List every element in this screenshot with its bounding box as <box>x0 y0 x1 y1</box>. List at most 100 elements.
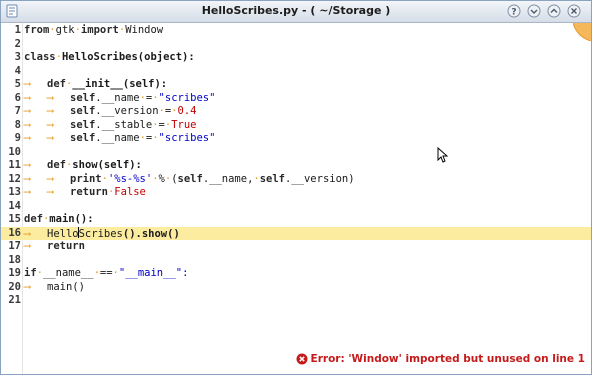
code-text[interactable]: ⟶ def·show(self): <box>24 159 142 173</box>
svg-text:?: ? <box>511 8 516 18</box>
code-line[interactable]: 17 ⟶ return <box>1 240 591 254</box>
code-token: def <box>47 78 66 90</box>
code-token: HelloScribes(object): <box>61 51 195 63</box>
code-line[interactable]: 16 ⟶ HelloScribes().show() <box>1 226 591 242</box>
code-token: .__name, <box>202 172 254 185</box>
tab-marker: ⟶ <box>24 159 31 171</box>
code-line[interactable]: 6 ⟶ ⟶ self.__name·=·"scribes" <box>1 92 591 106</box>
code-token: self <box>259 172 286 185</box>
code-line[interactable]: 3 class·HelloScribes(object): <box>1 51 591 65</box>
mouse-pointer-icon <box>437 147 448 163</box>
tab-marker: ⟶ <box>24 227 31 240</box>
tab-marker: ⟶ <box>24 132 31 144</box>
code-line[interactable]: 12 ⟶ ⟶ print·'%s-%s'·%·(self.__name,·self._… <box>1 173 591 187</box>
code-text[interactable]: ⟶ ⟶ self.__name·=·"scribes" <box>24 92 215 106</box>
code-text[interactable]: ⟶ def·__init__(self): <box>24 78 167 92</box>
line-number: 20 <box>8 280 21 293</box>
tab-marker: ⟶ <box>47 172 54 185</box>
code-line[interactable]: 2 <box>1 38 591 52</box>
code-line[interactable]: 18 <box>1 254 591 268</box>
tab-marker: ⟶ <box>47 91 54 104</box>
code-token: self <box>177 172 203 185</box>
code-line[interactable]: 14 <box>1 200 591 214</box>
code-token: __name__ <box>42 267 94 279</box>
code-text[interactable]: class·HelloScribes(object): <box>24 51 195 65</box>
code-text[interactable]: ⟶ ⟶ self.__version·=·0.4 <box>24 105 196 119</box>
code-line[interactable]: 7 ⟶ ⟶ self.__version·=·0.4 <box>1 105 591 119</box>
code-text[interactable]: ⟶ ⟶ return·False <box>24 186 146 200</box>
code-line[interactable]: 20 ⟶ main() <box>1 281 591 295</box>
tab-marker: ⟶ <box>47 118 54 131</box>
code-text[interactable]: ⟶ HelloScribes().show() <box>24 226 180 242</box>
line-number: 6 <box>14 91 21 104</box>
minimize-icon[interactable] <box>527 4 541 18</box>
line-number: 16 <box>8 226 21 239</box>
code-line[interactable]: 4 <box>1 65 591 79</box>
code-token: Scribes <box>78 227 123 240</box>
code-token: Hello <box>47 227 79 240</box>
code-token: __name <box>101 132 140 144</box>
title-bar[interactable]: HelloScribes.py - ( ~/Storage ) ? <box>1 1 591 23</box>
code-line[interactable]: 9 ⟶ ⟶ self.__name·=·"scribes" <box>1 132 591 146</box>
line-number: 19 <box>8 267 21 279</box>
tab-marker: ⟶ <box>47 105 54 117</box>
code-line[interactable]: 15 def·main(): <box>1 213 591 227</box>
line-number: 5 <box>14 78 21 90</box>
code-text[interactable]: ⟶ ⟶ self.__name·=·"scribes" <box>24 132 215 146</box>
tab-marker: ⟶ <box>24 78 31 90</box>
line-number: 11 <box>8 159 21 171</box>
code-token: .__version) <box>285 172 355 185</box>
line-number: 4 <box>14 64 21 77</box>
code-editor[interactable]: 1 from·gtk·import·Window 2 3 class·HelloScri… <box>1 23 591 374</box>
code-text[interactable]: ⟶ ⟶ self.__stable·=·True <box>24 119 196 133</box>
code-token: import <box>80 24 119 36</box>
status-bar-message: Error: 'Window' imported but unused on l… <box>296 351 585 367</box>
code-token: from <box>24 24 50 36</box>
help-icon[interactable]: ? <box>507 4 521 18</box>
code-token: "scribes" <box>158 132 216 144</box>
line-number: 10 <box>8 145 21 158</box>
code-token: main(): <box>49 213 94 225</box>
code-token: self <box>70 105 96 117</box>
code-line[interactable]: 13 ⟶ ⟶ return·False <box>1 186 591 200</box>
code-token: print <box>70 172 102 185</box>
code-token: 0.4 <box>177 105 197 117</box>
maximize-icon[interactable] <box>547 4 561 18</box>
code-token: True <box>171 118 197 131</box>
code-token: ().show() <box>122 227 180 240</box>
tab-marker: ⟶ <box>47 186 54 198</box>
code-token: == <box>99 267 113 279</box>
line-number: 14 <box>8 199 21 212</box>
line-number: 3 <box>14 51 21 63</box>
code-token: __stable <box>101 118 153 131</box>
tab-marker: ⟶ <box>24 186 31 198</box>
code-text[interactable]: ⟶ ⟶ print·'%s-%s'·%·(self.__name,·self.__v… <box>24 173 355 187</box>
line-number: 7 <box>14 105 21 117</box>
code-line[interactable]: 19 if·__name__·==·"__main__": <box>1 267 591 281</box>
close-icon[interactable] <box>567 4 581 18</box>
code-line[interactable]: 1 from·gtk·import·Window <box>1 24 591 38</box>
code-text[interactable]: ⟶ main() <box>24 281 85 295</box>
code-text[interactable]: from·gtk·import·Window <box>24 24 163 38</box>
code-token: if <box>24 267 37 279</box>
code-token: "__main__": <box>118 267 189 279</box>
code-line[interactable]: 21 <box>1 294 591 308</box>
code-text[interactable]: if·__name__·==·"__main__": <box>24 267 188 281</box>
editor-window: HelloScribes.py - ( ~/Storage ) ? 1 from·… <box>0 0 592 375</box>
code-token: self <box>70 91 96 104</box>
tab-marker: ⟶ <box>24 172 31 185</box>
line-number: 18 <box>8 253 21 266</box>
code-token: class <box>24 51 56 63</box>
line-number: 15 <box>8 213 21 225</box>
code-text[interactable]: ⟶ return <box>24 240 85 254</box>
code-line[interactable]: 10 <box>1 146 591 160</box>
line-number: 9 <box>14 132 21 144</box>
code-line[interactable]: 5 ⟶ def·__init__(self): <box>1 78 591 92</box>
code-token: main() <box>47 280 85 293</box>
code-token: self <box>70 132 96 144</box>
line-number: 17 <box>8 240 21 252</box>
tab-marker: ⟶ <box>24 91 31 104</box>
code-text[interactable]: def·main(): <box>24 213 94 227</box>
code-line[interactable]: 8 ⟶ ⟶ self.__stable·=·True <box>1 119 591 133</box>
code-line[interactable]: 11 ⟶ def·show(self): <box>1 159 591 173</box>
